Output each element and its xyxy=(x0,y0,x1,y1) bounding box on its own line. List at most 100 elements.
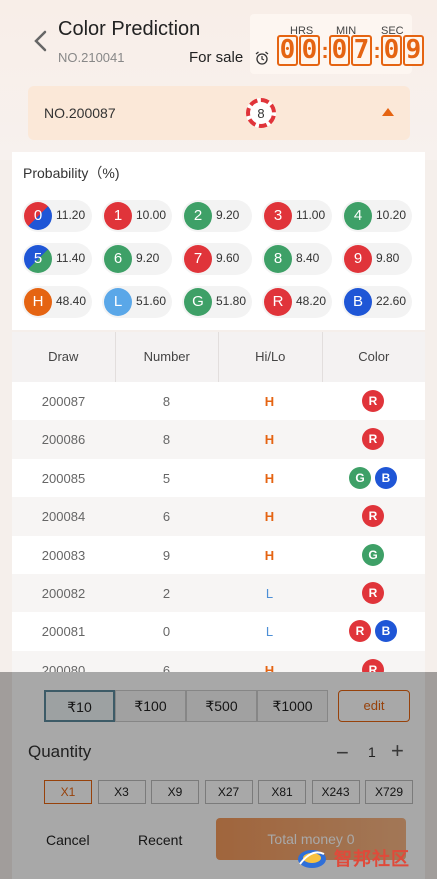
probability-value: 51.60 xyxy=(136,294,167,308)
number-cell: 2 xyxy=(162,585,171,601)
back-arrow-icon[interactable] xyxy=(30,28,52,54)
color-ball: B xyxy=(375,620,397,643)
timer-digits: 0 0 : 0 7 : 0 9 xyxy=(277,35,425,66)
probability-value: 51.80 xyxy=(216,294,247,308)
probability-item: L 51.60 xyxy=(102,286,172,318)
history-table-body: 200087 8 H R 200086 8 H R 200085 5 H G B 200084 6 H R 200… xyxy=(12,382,425,690)
draw-cell: 200084 xyxy=(41,509,86,525)
period-number: NO.210041 xyxy=(58,50,125,65)
probability-ball: 7 xyxy=(184,245,212,273)
table-row: 200084 6 H R xyxy=(12,497,425,536)
probability-value: 22.60 xyxy=(376,294,407,308)
col-hilo: Hi/Lo xyxy=(219,332,323,382)
probability-panel: Probability（%) 0 11.20 1 10.00 2 9.20 3 11.00 4 1… xyxy=(12,152,425,330)
color-ball: R xyxy=(362,390,384,412)
color-cell: R xyxy=(321,505,425,528)
color-cell: GB xyxy=(321,466,425,489)
probability-item: 1 10.00 xyxy=(102,200,172,232)
probability-ball: 9 xyxy=(344,245,372,273)
probability-value: 9.80 xyxy=(376,251,400,265)
timer-colon: : xyxy=(321,37,329,63)
timer-digit: 7 xyxy=(351,35,372,66)
collapse-caret-icon[interactable] xyxy=(382,108,394,116)
probability-value: 48.20 xyxy=(296,294,327,308)
color-cell: RB xyxy=(321,620,425,643)
color-ball: R xyxy=(362,505,384,528)
probability-ball: L xyxy=(104,288,132,316)
table-row: 200081 0 L R B xyxy=(12,612,425,651)
probability-value: 48.40 xyxy=(56,294,87,308)
probability-item: 2 9.20 xyxy=(182,200,252,232)
probability-item: 6 9.20 xyxy=(102,243,172,275)
hilo-cell: L xyxy=(265,585,274,601)
alarm-clock-icon xyxy=(255,51,269,65)
probability-item: 7 9.60 xyxy=(182,243,252,275)
color-cell: G xyxy=(321,543,425,566)
probability-ball: 3 xyxy=(264,202,292,230)
number-cell: 9 xyxy=(162,547,171,563)
probability-ball: 8 xyxy=(264,245,292,273)
probability-value: 11.00 xyxy=(296,208,326,222)
probability-item: R 48.20 xyxy=(262,286,332,318)
timer-colon: : xyxy=(373,37,381,63)
color-ball: R xyxy=(362,581,384,604)
probability-ball: 6 xyxy=(104,245,132,273)
latest-draw-bar[interactable]: NO.200087 8 xyxy=(28,86,410,140)
probability-value: 9.20 xyxy=(216,208,240,222)
probability-value: 10.00 xyxy=(136,208,167,222)
timer-digit: 0 xyxy=(277,35,298,66)
for-sale-label: For sale xyxy=(189,49,244,66)
hilo-cell: H xyxy=(264,547,275,563)
probability-ball: 2 xyxy=(184,202,212,230)
draw-cell: 200083 xyxy=(41,547,86,563)
probability-item: B 22.60 xyxy=(342,286,412,318)
probability-item: H 48.40 xyxy=(22,286,92,318)
probability-item: 5 11.40 xyxy=(22,243,92,275)
color-cell: R xyxy=(321,581,425,604)
probability-value: 9.20 xyxy=(136,251,160,265)
timer-digit: 0 xyxy=(299,35,320,66)
table-row: 200082 2 L R xyxy=(12,573,425,613)
probability-ball: 0 xyxy=(24,202,52,230)
color-ball: R xyxy=(362,428,384,451)
probability-ball: B xyxy=(344,288,372,316)
probability-ball: 4 xyxy=(344,202,372,230)
draw-cell: 200085 xyxy=(41,470,86,486)
color-ball: R xyxy=(349,620,371,643)
latest-result-ball: 8 xyxy=(246,98,276,128)
probability-value: 9.60 xyxy=(216,251,240,265)
draw-cell: 200086 xyxy=(41,432,86,448)
hilo-cell: L xyxy=(265,624,274,640)
latest-draw-number: NO.200087 xyxy=(44,105,116,121)
timer-digit: 9 xyxy=(403,35,424,66)
timer-digit: 0 xyxy=(329,35,350,66)
probability-item: 8 8.40 xyxy=(262,243,332,275)
watermark-text: 智邦社区 xyxy=(334,849,410,869)
watermark-logo-icon xyxy=(298,850,326,868)
probability-title: Probability（%) xyxy=(23,165,120,181)
number-cell: 8 xyxy=(162,394,171,409)
hilo-cell: H xyxy=(264,509,275,525)
table-row: 200085 5 H G B xyxy=(12,458,425,498)
probability-value: 10.20 xyxy=(376,208,407,222)
probability-ball: H xyxy=(24,288,52,316)
watermark: 智邦社区 xyxy=(296,840,436,876)
hilo-cell: H xyxy=(264,470,275,486)
probability-value: 11.20 xyxy=(56,208,86,222)
probability-value: 11.40 xyxy=(56,251,86,265)
color-ball: G xyxy=(349,466,371,489)
table-row: 200086 8 H R xyxy=(12,420,425,459)
col-number: Number xyxy=(116,332,219,382)
probability-item: G 51.80 xyxy=(182,286,252,318)
color-ball: B xyxy=(375,466,397,489)
color-cell: R xyxy=(321,428,425,451)
number-cell: 6 xyxy=(162,509,171,525)
hilo-cell: H xyxy=(264,432,275,448)
probability-ball: 1 xyxy=(104,202,132,230)
probability-item: 0 11.20 xyxy=(22,200,92,232)
color-cell: R xyxy=(321,390,425,412)
page-title: Color Prediction xyxy=(58,18,201,40)
probability-value: 8.40 xyxy=(296,251,320,265)
draw-cell: 200087 xyxy=(41,394,86,409)
number-cell: 0 xyxy=(162,624,171,640)
